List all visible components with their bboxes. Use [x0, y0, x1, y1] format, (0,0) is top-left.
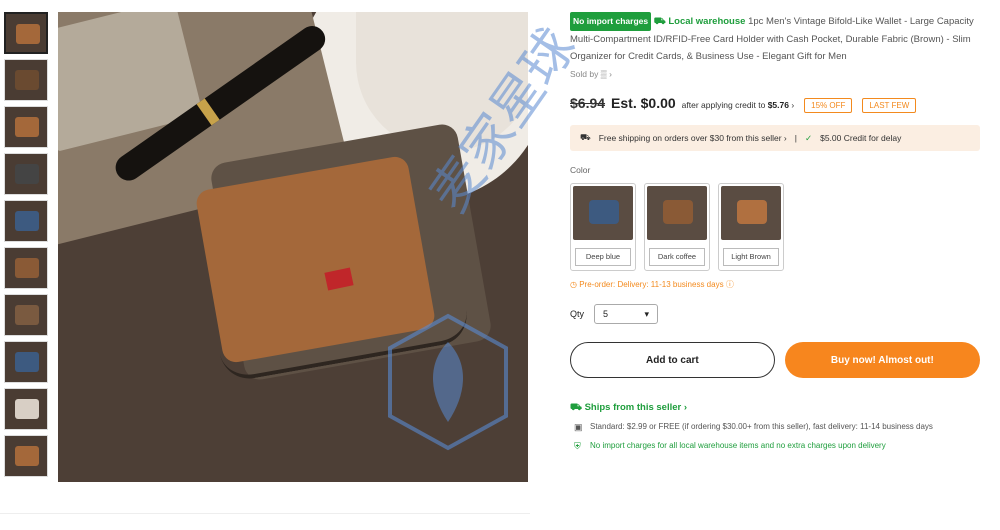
stock-chip: LAST FEW [862, 98, 917, 113]
quantity-select[interactable]: 5 ▾ [594, 304, 659, 324]
thumbnail[interactable] [4, 341, 48, 383]
ships-from-seller[interactable]: ⛟ Ships from this seller › [570, 402, 980, 414]
color-option[interactable]: Deep blue [570, 183, 636, 271]
color-option-image [647, 186, 707, 240]
color-options: Deep blue Dark coffee Light Brown [570, 183, 980, 271]
action-buttons: Add to cart Buy now! Almost out! [570, 342, 980, 378]
divider [0, 513, 530, 514]
no-import-badge: No import charges [570, 12, 652, 31]
color-option-label: Light Brown [723, 248, 779, 266]
color-option-label: Deep blue [575, 248, 631, 266]
thumbnail-strip [4, 12, 52, 482]
info-icon: ⓘ [725, 280, 734, 289]
thumbnail-wallet [15, 352, 39, 372]
shipping-bar[interactable]: ⛟ Free shipping on orders over $30 from … [570, 125, 980, 151]
product-info-panel: No import charges ⛟ Local warehouse 1pc … [570, 12, 980, 452]
product-page: 麦家星球 No import charges ⛟ Local warehouse… [0, 0, 1000, 530]
thumbnail[interactable] [4, 200, 48, 242]
product-title-block: No import charges ⛟ Local warehouse 1pc … [570, 12, 980, 65]
thumbnail[interactable] [4, 106, 48, 148]
clock-icon: ◷ [570, 280, 577, 289]
color-option[interactable]: Dark coffee [644, 183, 710, 271]
estimated-price: Est. $0.00 [611, 95, 676, 111]
watermark-logo-icon [388, 313, 508, 451]
thumbnail-wallet [15, 211, 39, 231]
thumbnail[interactable] [4, 153, 48, 195]
preorder-note: ◷ Pre-order: Delivery: 11-13 business da… [570, 280, 734, 289]
main-product-image[interactable] [58, 12, 528, 482]
color-option[interactable]: Light Brown [718, 183, 784, 271]
thumbnail-wallet [15, 164, 39, 184]
truck-icon: ⛟ [653, 16, 666, 27]
thumbnail[interactable] [4, 59, 48, 101]
sold-by[interactable]: Sold by ▒ › [570, 69, 980, 79]
thumbnail-wallet [15, 399, 39, 419]
thumbnail-wallet [15, 70, 39, 90]
no-import-note: ⛨ No import charges for all local wareho… [574, 441, 886, 451]
free-shipping-text: Free shipping on orders over $30 from th… [598, 133, 787, 143]
color-option-image [573, 186, 633, 240]
quantity-row: Qty 5 ▾ [570, 304, 980, 324]
credit-note[interactable]: after applying credit to $5.76 › [682, 100, 795, 110]
local-warehouse-badge: ⛟ Local warehouse [653, 16, 746, 27]
truck-icon: ⛟ [570, 402, 582, 413]
truck-icon: ⛟ [580, 132, 591, 142]
price-row: $6.94 Est. $0.00 after applying credit t… [570, 95, 980, 113]
thumbnail[interactable] [4, 388, 48, 430]
color-option-image [721, 186, 781, 240]
thumbnail-wallet [15, 258, 39, 278]
standard-shipping: ▣ Standard: $2.99 or FREE (if ordering $… [574, 422, 933, 432]
thumbnail-wallet [15, 446, 39, 466]
discount-chip: 15% OFF [804, 98, 853, 113]
thumbnail[interactable] [4, 247, 48, 289]
shield-icon: ⛨ [574, 441, 581, 451]
color-label: Color [570, 165, 591, 175]
add-to-cart-button[interactable]: Add to cart [570, 342, 775, 378]
thumbnail[interactable] [4, 12, 48, 54]
original-price: $6.94 [570, 95, 606, 111]
thumbnail-wallet [16, 24, 40, 44]
check-icon: ✓ [804, 132, 813, 143]
color-option-label: Dark coffee [649, 248, 705, 266]
thumbnail[interactable] [4, 294, 48, 336]
buy-now-button[interactable]: Buy now! Almost out! [784, 342, 980, 378]
caret-down-icon: ▾ [644, 308, 650, 319]
qty-label: Qty [570, 309, 585, 319]
thumbnail[interactable] [4, 435, 48, 477]
package-icon: ▣ [574, 422, 583, 432]
thumbnail-wallet [15, 305, 39, 325]
chevron-right-icon: › [609, 69, 612, 79]
delay-credit-text: $5.00 Credit for delay [820, 133, 902, 143]
thumbnail-wallet [15, 117, 39, 137]
